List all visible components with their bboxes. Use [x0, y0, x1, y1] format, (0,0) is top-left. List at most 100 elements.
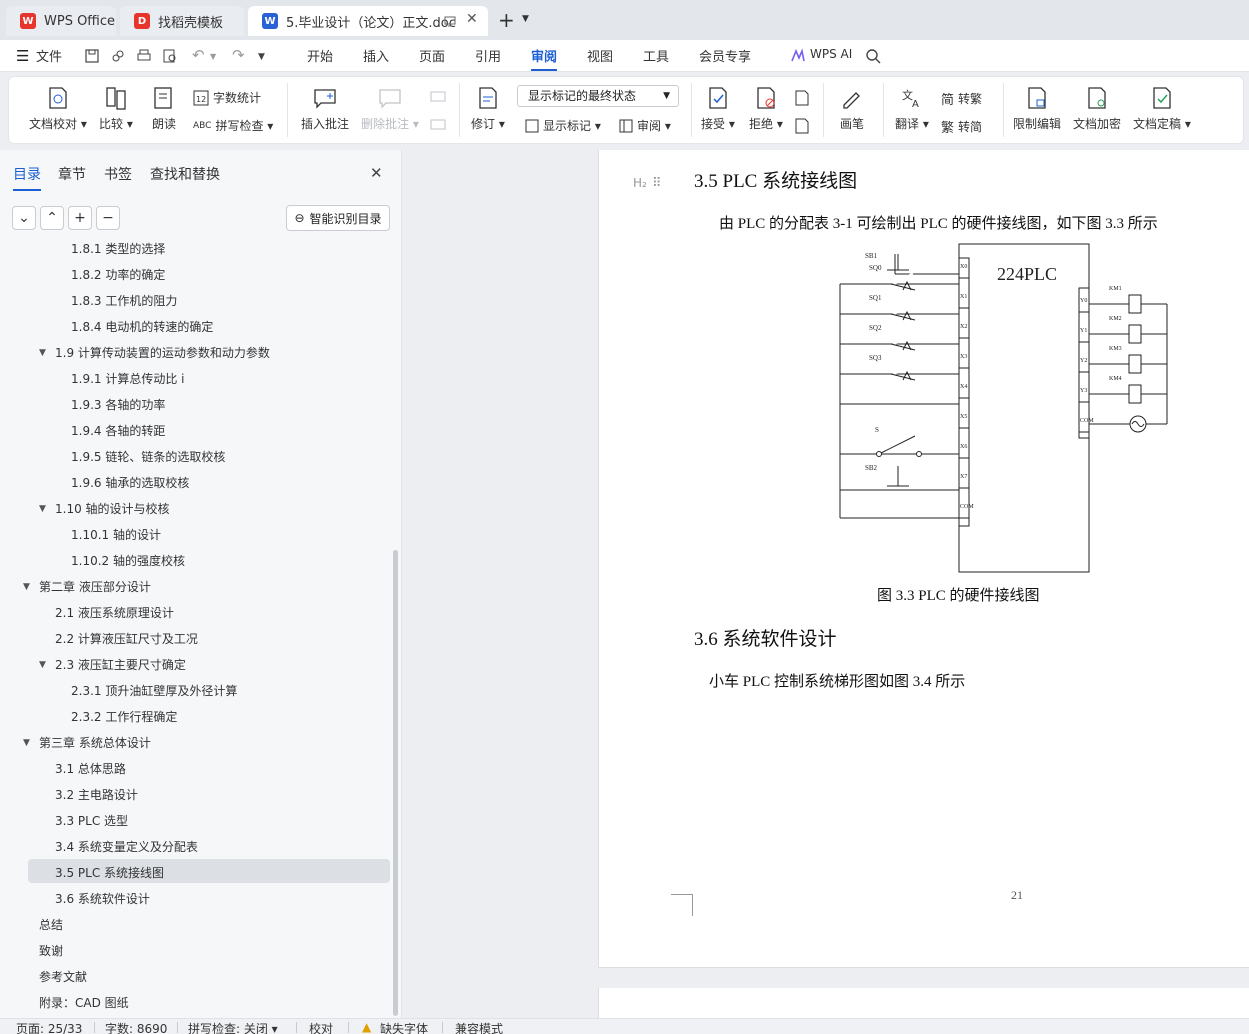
toc-item[interactable]: 1.10.1 轴的设计	[0, 522, 390, 548]
screen-icon[interactable]	[444, 15, 456, 27]
toc-item[interactable]: 2.3.2 工作行程确定	[0, 704, 390, 730]
close-pane-icon[interactable]: ✕	[370, 164, 383, 182]
print-preview-icon[interactable]	[162, 48, 178, 64]
toc-item[interactable]: 参考文献	[0, 964, 390, 990]
menu-insert[interactable]: 插入	[363, 46, 389, 65]
expand-arrow-icon[interactable]: ▼	[39, 496, 46, 522]
read-aloud-button[interactable]: 朗读	[151, 85, 177, 132]
expand-arrow-icon[interactable]: ▼	[39, 340, 46, 366]
remove-heading-button[interactable]: −	[96, 206, 120, 230]
nav-tab-toc[interactable]: 目录	[13, 164, 41, 191]
toc-item[interactable]: 1.9.1 计算总传动比 i	[0, 366, 390, 392]
tab-document[interactable]: W 5.毕业设计（论文）正文.doc ✕	[248, 6, 488, 36]
expand-down-button[interactable]: ⌄	[12, 206, 36, 230]
revise-button[interactable]: 修订 ▾	[471, 85, 505, 132]
new-tab-icon[interactable]: +	[498, 8, 515, 32]
next-change-icon[interactable]	[793, 117, 811, 135]
toc-item[interactable]: 1.9.6 轴承的选取校核	[0, 470, 390, 496]
toc-item[interactable]: 1.9.4 各轴的转距	[0, 418, 390, 444]
toc-item[interactable]: 3.2 主电路设计	[0, 782, 390, 808]
encrypt-button[interactable]: 文档加密	[1073, 85, 1121, 132]
show-markup-button[interactable]: 显示标记 ▾	[525, 117, 601, 134]
markup-state-select[interactable]: 显示标记的最终状态 ▼	[517, 85, 679, 107]
expand-arrow-icon[interactable]: ▼	[39, 652, 46, 678]
expand-arrow-icon[interactable]: ▼	[23, 730, 30, 756]
translate-button[interactable]: 文A 翻译 ▾	[895, 85, 929, 132]
toc-item[interactable]: 3.4 系统变量定义及分配表	[0, 834, 390, 860]
toc-item[interactable]: 3.1 总体思路	[0, 756, 390, 782]
menu-wps-ai[interactable]: WPS AI	[810, 47, 852, 61]
to-simplified-button[interactable]: 繁 转简	[941, 117, 982, 136]
pen-button[interactable]: 画笔	[839, 85, 865, 132]
toc-item[interactable]: 2.2 计算液压缸尺寸及工况	[0, 626, 390, 652]
word-count-indicator[interactable]: 字数: 8690	[105, 1020, 167, 1034]
toc-scrollbar[interactable]	[393, 550, 398, 1016]
toc-item[interactable]: 1.9.3 各轴的功率	[0, 392, 390, 418]
more-chevron-icon[interactable]: ▼	[258, 52, 265, 62]
toc-item[interactable]: 1.10.2 轴的强度校核	[0, 548, 390, 574]
menu-file[interactable]: 文件	[36, 46, 62, 65]
add-heading-button[interactable]: +	[68, 206, 92, 230]
menu-page[interactable]: 页面	[419, 46, 445, 65]
collapse-up-button[interactable]: ⌃	[40, 206, 64, 230]
menu-review[interactable]: 审阅	[531, 46, 558, 71]
accept-button[interactable]: 接受 ▾	[701, 85, 735, 132]
toc-item[interactable]: ▼ 2.3 液压缸主要尺寸确定	[0, 652, 390, 678]
search-icon[interactable]	[865, 48, 881, 64]
toc-item[interactable]: 3.3 PLC 选型	[0, 808, 390, 834]
tab-list-chevron-icon[interactable]: ▼	[522, 14, 529, 24]
menu-member[interactable]: 会员专享	[699, 46, 751, 65]
nav-tab-sections[interactable]: 章节	[58, 164, 86, 184]
print-icon[interactable]	[136, 48, 152, 64]
spell-check-indicator[interactable]: 拼写检查: 关闭 ▾	[188, 1020, 278, 1034]
tab-wps-office[interactable]: W WPS Office	[6, 6, 116, 36]
prev-change-icon[interactable]	[793, 89, 811, 107]
word-count-button[interactable]: 12 字数统计	[193, 89, 261, 106]
tab-docer[interactable]: D 找稻壳模板	[120, 6, 244, 36]
toc-item[interactable]: 2.1 液压系统原理设计	[0, 600, 390, 626]
toc-item[interactable]: ▼ 1.9 计算传动装置的运动参数和动力参数	[0, 340, 390, 366]
toc-item[interactable]: 1.8.4 电动机的转速的确定	[0, 314, 390, 340]
smart-toc-button[interactable]: ⊖ 智能识别目录	[286, 205, 390, 231]
toc-item[interactable]: 附录：CAD 图纸	[0, 990, 390, 1016]
toc-item[interactable]: ▼ 第二章 液压部分设计	[0, 574, 390, 600]
toc-item[interactable]: 1.9.5 链轮、链条的选取校核	[0, 444, 390, 470]
save-icon[interactable]	[84, 48, 100, 64]
hamburger-icon[interactable]: ☰	[16, 47, 29, 65]
toc-item[interactable]: 1.8.3 工作机的阻力	[0, 288, 390, 314]
insert-comment-button[interactable]: 插入批注	[301, 85, 349, 132]
finalize-button[interactable]: 文档定稿 ▾	[1133, 85, 1191, 132]
drag-handle-icon[interactable]: ⠿	[652, 176, 661, 191]
menu-tools[interactable]: 工具	[643, 46, 669, 65]
menu-view[interactable]: 视图	[587, 46, 613, 65]
compare-button[interactable]: 比较 ▾	[99, 85, 133, 132]
page-indicator[interactable]: 页面: 25/33	[16, 1020, 82, 1034]
undo-icon[interactable]: ↶	[192, 46, 205, 64]
toc-item[interactable]: ▼ 1.10 轴的设计与校核	[0, 496, 390, 522]
link-icon[interactable]	[110, 48, 126, 64]
toc-item[interactable]: 1.8.2 功率的确定	[0, 262, 390, 288]
next-comment-icon[interactable]	[429, 117, 447, 133]
menu-reference[interactable]: 引用	[475, 46, 501, 65]
to-traditional-button[interactable]: 简 转繁	[941, 89, 982, 108]
reject-button[interactable]: 拒绝 ▾	[749, 85, 783, 132]
toc-item[interactable]: 2.3.1 顶升油缸壁厚及外径计算	[0, 678, 390, 704]
toc-item[interactable]: 致谢	[0, 938, 390, 964]
menu-home[interactable]: 开始	[307, 46, 333, 65]
nav-tab-bookmarks[interactable]: 书签	[104, 164, 132, 184]
redo-icon[interactable]: ↷	[232, 46, 245, 64]
proof-indicator[interactable]: 校对	[309, 1020, 333, 1034]
close-tab-icon[interactable]: ✕	[466, 11, 478, 27]
toc-item[interactable]: 3.5 PLC 系统接线图	[0, 860, 390, 886]
prev-comment-icon[interactable]	[429, 89, 447, 105]
toc-item[interactable]: 1.8.1 类型的选择	[0, 236, 390, 262]
review-pane-button[interactable]: 审阅 ▾	[619, 117, 671, 134]
delete-comment-button[interactable]: 删除批注 ▾	[361, 85, 419, 132]
toc-item[interactable]: ▼ 第三章 系统总体设计	[0, 730, 390, 756]
doc-proof-button[interactable]: 文档校对 ▾	[29, 85, 87, 132]
missing-font-indicator[interactable]: 缺失字体	[380, 1020, 428, 1034]
compat-mode-indicator[interactable]: 兼容模式	[455, 1020, 503, 1034]
expand-arrow-icon[interactable]: ▼	[23, 574, 30, 600]
undo-chevron-icon[interactable]: ▼	[210, 52, 216, 61]
toc-item[interactable]: 总结	[0, 912, 390, 938]
